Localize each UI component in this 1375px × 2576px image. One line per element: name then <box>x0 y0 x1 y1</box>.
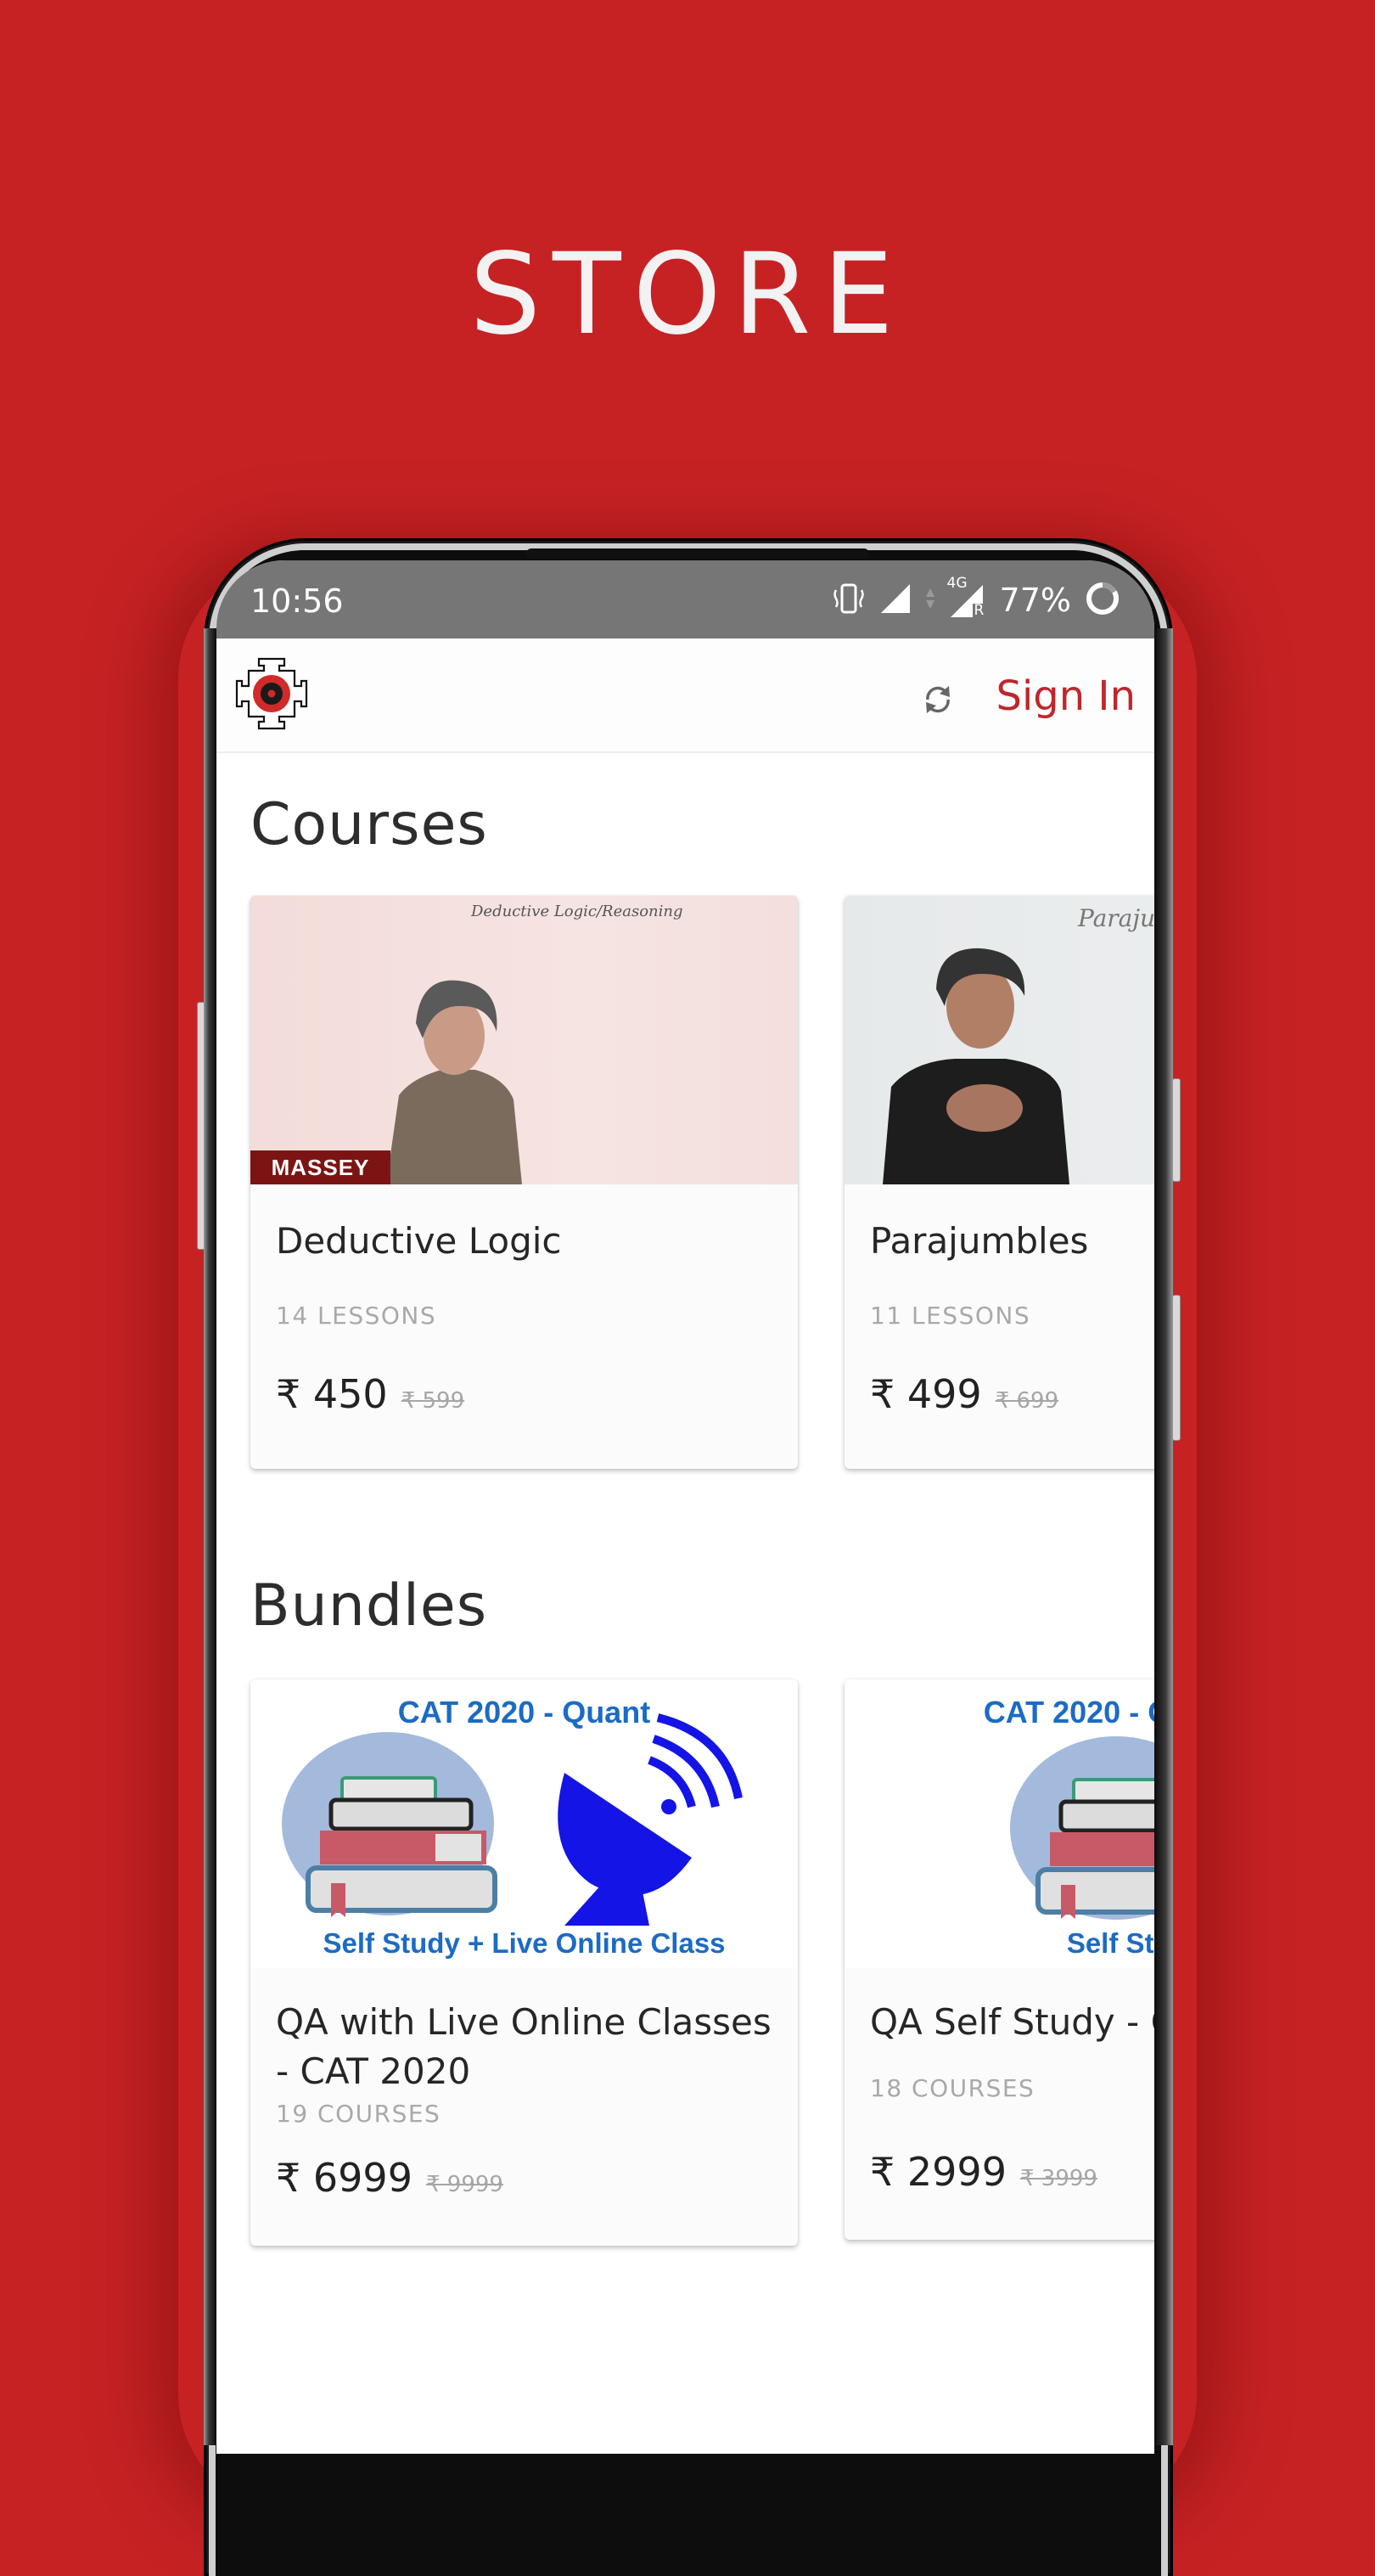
price-current: ₹ 499 <box>870 1371 982 1417</box>
course-title: Parajumbles <box>870 1220 1089 1262</box>
phone-right-edge <box>1154 628 1173 2445</box>
books-and-dish-illustration <box>282 1713 743 1926</box>
app-bar: Sign In <box>216 638 1154 753</box>
promo-title: STORE <box>469 229 906 360</box>
signal-icon <box>879 582 912 619</box>
bundle-course-count: 18 COURSES <box>870 2074 1035 2102</box>
course-price: ₹ 450 ₹ 599 <box>276 1371 464 1417</box>
bundle-title: QA with Live Online Classes - CAT 2020 <box>276 2001 772 2092</box>
refresh-icon[interactable] <box>921 683 955 717</box>
data-arrows-icon <box>925 587 935 615</box>
bundle-card-qa-self-study[interactable]: CAT 2020 - Quant Self Study QA Self Stud… <box>845 1679 1154 2240</box>
bundle-thumbnail: CAT 2020 - Quant Self Study <box>845 1679 1154 1968</box>
thumbnail-footer: Self Study <box>1066 1927 1154 1959</box>
course-lessons: 14 LESSONS <box>276 1302 437 1330</box>
course-card-deductive-logic[interactable]: Deductive Logic/Reasoning MASSEY Deducti… <box>250 896 798 1469</box>
thumbnail-caption: Parajumbles <box>1078 904 1154 932</box>
app-logo-icon[interactable] <box>233 655 310 732</box>
price-original: ₹ 699 <box>995 1388 1059 1414</box>
bundles-heading: Bundles <box>250 1572 488 1640</box>
roaming-label: R <box>974 602 985 619</box>
thumbnail-caption: Deductive Logic/Reasoning <box>471 903 683 920</box>
massey-tag: MASSEY <box>250 1150 390 1184</box>
bundle-course-count: 19 COURSES <box>276 2100 441 2128</box>
price-original: ₹ 9999 <box>425 2172 503 2197</box>
price-current: ₹ 6999 <box>276 2155 412 2201</box>
bundle-price: ₹ 2999 ₹ 3999 <box>870 2149 1097 2195</box>
course-lessons: 11 LESSONS <box>870 1302 1031 1330</box>
sign-in-button[interactable]: Sign In <box>996 672 1136 720</box>
status-bar: 10:56 4G R 77% <box>216 560 1154 638</box>
books-illustration <box>1010 1736 1154 1920</box>
price-original: ₹ 599 <box>401 1388 465 1414</box>
course-card-parajumbles[interactable]: Parajumbles Parajumbles 11 LESSONS ₹ 499… <box>845 896 1154 1469</box>
phone-screen: 10:56 4G R 77% Sign In Courses Deductive… <box>216 560 1154 2454</box>
bundle-thumbnail: CAT 2020 - Quant Self Study + Live Onlin… <box>250 1679 798 1968</box>
status-icons: 4G R 77% <box>832 575 1120 622</box>
battery-ring-icon <box>1085 581 1120 621</box>
signal-4g-roaming-icon: 4G R <box>947 575 986 619</box>
network-type-label: 4G <box>946 575 968 592</box>
battery-percent: 77% <box>999 582 1071 619</box>
bundle-price: ₹ 6999 ₹ 9999 <box>276 2155 503 2201</box>
phone-speaker <box>526 548 869 559</box>
phone-left-edge <box>204 628 216 2445</box>
course-thumbnail: Deductive Logic/Reasoning MASSEY <box>250 896 798 1184</box>
price-current: ₹ 2999 <box>870 2149 1007 2195</box>
course-price: ₹ 499 ₹ 699 <box>870 1371 1058 1417</box>
bundle-title: QA Self Study - CAT 2020 <box>870 2001 1154 2043</box>
vibrate-icon <box>832 582 866 620</box>
price-original: ₹ 3999 <box>1019 2166 1097 2191</box>
bundle-card-qa-live[interactable]: CAT 2020 - Quant Self Study + Live Onlin… <box>250 1679 798 2246</box>
course-title: Deductive Logic <box>276 1220 562 1262</box>
phone-volume-button <box>1172 1078 1181 1182</box>
thumbnail-footer: Self Study + Live Online Class <box>323 1927 726 1959</box>
course-thumbnail: Parajumbles <box>845 896 1154 1184</box>
status-time: 10:56 <box>250 582 344 620</box>
phone-power-button <box>1172 1295 1181 1441</box>
courses-heading: Courses <box>250 791 488 858</box>
price-current: ₹ 450 <box>276 1371 388 1417</box>
